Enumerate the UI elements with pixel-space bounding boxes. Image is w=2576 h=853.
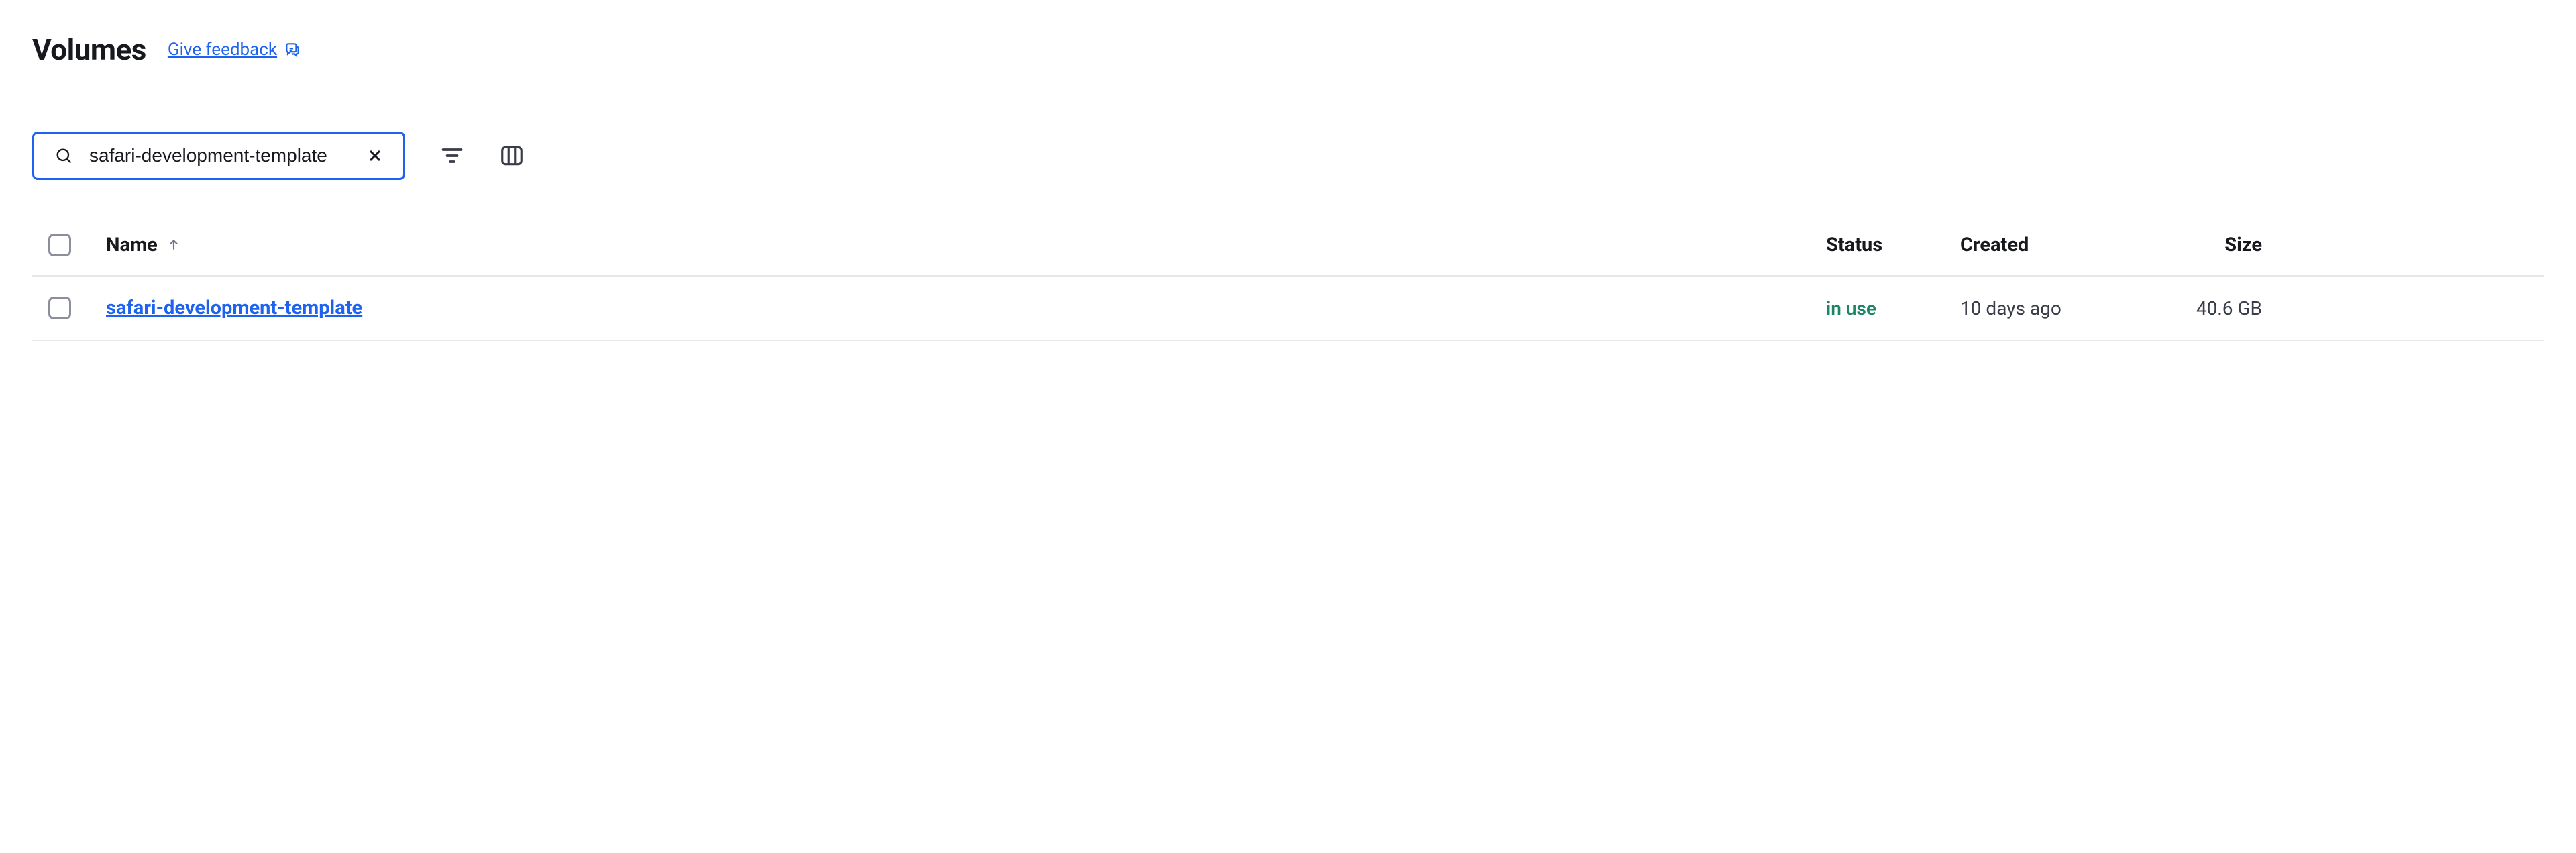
select-all-checkbox[interactable] — [48, 234, 71, 256]
volumes-table: Name Status Created Size safari-developm… — [32, 217, 2544, 341]
column-header-name[interactable]: Name — [106, 234, 1826, 256]
columns-icon — [499, 143, 525, 168]
page-title: Volumes — [32, 32, 146, 67]
volume-name-link[interactable]: safari-development-template — [106, 297, 362, 319]
columns-button[interactable] — [499, 143, 525, 168]
column-name-label: Name — [106, 234, 158, 256]
feedback-label: Give feedback — [168, 40, 277, 60]
clear-icon[interactable] — [367, 148, 383, 164]
chat-icon — [284, 41, 301, 58]
arrow-up-icon — [167, 238, 180, 252]
volume-created: 10 days ago — [1960, 297, 2168, 319]
table-header: Name Status Created Size — [32, 217, 2544, 277]
search-field[interactable] — [32, 132, 405, 180]
volume-status: in use — [1826, 297, 1960, 319]
search-icon — [54, 146, 73, 165]
volume-size: 40.6 GB — [2168, 297, 2262, 319]
table-row: safari-development-template in use 10 da… — [32, 277, 2544, 341]
filter-icon — [440, 144, 464, 168]
search-input[interactable] — [89, 145, 351, 166]
row-checkbox[interactable] — [48, 297, 71, 319]
filter-button[interactable] — [440, 144, 464, 168]
column-header-created[interactable]: Created — [1960, 234, 2168, 256]
give-feedback-link[interactable]: Give feedback — [168, 40, 301, 60]
column-header-size[interactable]: Size — [2168, 234, 2262, 256]
column-header-status[interactable]: Status — [1826, 234, 1960, 256]
